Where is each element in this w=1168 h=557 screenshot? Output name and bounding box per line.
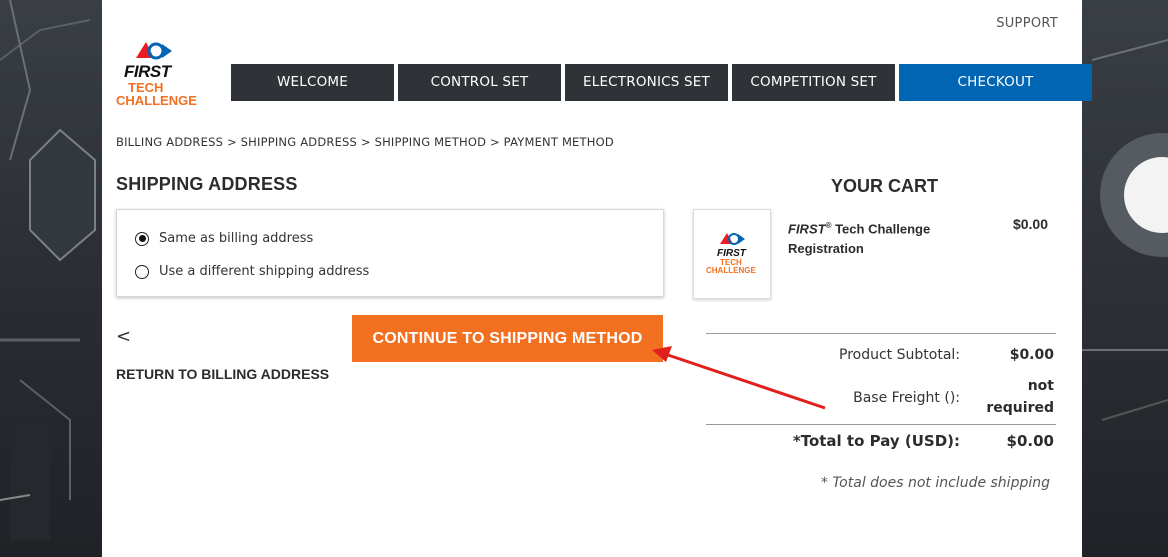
base-freight-label: Base Freight (): — [853, 390, 960, 406]
item-name-first: FIRST — [788, 221, 826, 237]
logo-first-text: FIRST — [124, 62, 171, 81]
background-gear-pattern-right — [1082, 39, 1168, 421]
tab-welcome[interactable]: WELCOME — [231, 64, 394, 101]
logo-mark-icon — [136, 42, 172, 60]
background-left-panel — [0, 0, 102, 557]
background-gear-pattern-left — [0, 0, 96, 540]
background-right-panel — [1082, 0, 1168, 557]
shipping-address-heading: SHIPPING ADDRESS — [116, 174, 298, 194]
base-freight-value-line2: required — [986, 400, 1054, 416]
divider-bottom — [706, 424, 1056, 425]
base-freight-value-line1: not — [1027, 378, 1054, 394]
your-cart-heading: YOUR CART — [831, 176, 938, 196]
option-same-as-billing-label: Same as billing address — [159, 231, 314, 246]
option-different-address[interactable]: Use a different shipping address — [135, 264, 369, 279]
total-to-pay-label: *Total to Pay (USD): — [792, 432, 960, 450]
tab-competition-set[interactable]: COMPETITION SET — [732, 64, 895, 101]
option-same-as-billing[interactable]: Same as billing address — [135, 231, 313, 246]
shipping-options-box: Same as billing address Use a different … — [116, 209, 664, 297]
logo-challenge-text: CHALLENGE — [116, 93, 197, 108]
breadcrumb: BILLING ADDRESS > SHIPPING ADDRESS > SHI… — [116, 135, 614, 149]
thumb-logo-mark-icon — [720, 233, 745, 245]
tab-electronics-set[interactable]: ELECTRONICS SET — [565, 64, 728, 101]
option-different-address-label: Use a different shipping address — [159, 264, 370, 279]
cart-item-name: FIRST® Tech Challenge Registration — [788, 216, 948, 259]
cart-item-thumbnail: FIRST TECH CHALLENGE — [693, 209, 771, 299]
first-tech-challenge-logo[interactable]: FIRST TECH CHALLENGE — [114, 38, 204, 110]
checkout-page: SUPPORT FIRST TECH CHALLENGE WELCOME CON… — [102, 0, 1092, 557]
cart-item-price: $0.00 — [1012, 216, 1048, 232]
radio-checked-icon[interactable] — [135, 231, 149, 246]
support-link[interactable]: SUPPORT — [996, 16, 1058, 31]
product-subtotal-label: Product Subtotal: — [839, 347, 960, 363]
product-subtotal-value: $0.00 — [1009, 347, 1054, 363]
total-to-pay-value: $0.00 — [1006, 432, 1054, 450]
thumb-challenge-text: CHALLENGE — [706, 266, 756, 275]
return-to-billing-link[interactable]: RETURN TO BILLING ADDRESS — [116, 366, 329, 382]
radio-unchecked-icon[interactable] — [135, 264, 149, 279]
back-arrow-icon[interactable]: < — [116, 326, 131, 347]
shipping-note: * Total does not include shipping — [820, 475, 1050, 491]
divider-top — [706, 333, 1056, 334]
continue-to-shipping-method-button[interactable]: CONTINUE TO SHIPPING METHOD — [352, 315, 663, 362]
tab-checkout[interactable]: CHECKOUT — [899, 64, 1092, 101]
tab-control-set[interactable]: CONTROL SET — [398, 64, 561, 101]
main-nav: WELCOME CONTROL SET ELECTRONICS SET COMP… — [231, 64, 1092, 101]
